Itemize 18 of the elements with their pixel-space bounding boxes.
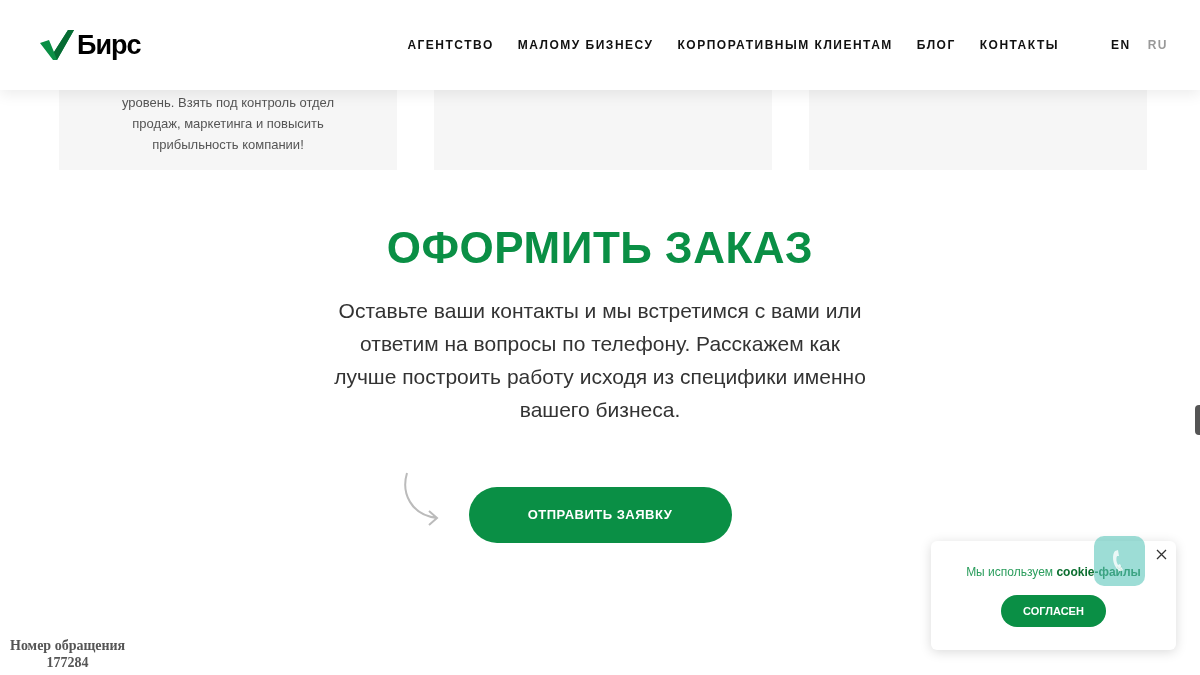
card-text: уровень. Взять под контроль отдел продаж, маркетинга и повысить прибыльность компании! xyxy=(121,94,335,154)
nav-link[interactable]: БЛОГ xyxy=(916,36,956,54)
close-icon[interactable] xyxy=(1156,549,1167,560)
accept-button[interactable]: СОГЛАСЕН xyxy=(1001,595,1106,627)
curved-arrow-icon xyxy=(402,471,439,527)
language-link[interactable]: EN xyxy=(1111,36,1131,54)
nav-link[interactable]: АГЕНТСТВО xyxy=(407,36,494,54)
scrollbar-thumb[interactable] xyxy=(1195,405,1200,435)
submit-request-button[interactable]: ОТПРАВИТЬ ЗАЯВКУ xyxy=(468,487,732,543)
nav-link[interactable]: МАЛОМУ БИЗНЕСУ xyxy=(517,36,654,54)
ticket-number: 177284 xyxy=(46,654,89,671)
logo-text[interactable]: Бирс xyxy=(77,24,141,66)
nav-link[interactable]: КОРПОРАТИВНЫМ КЛИЕНТАМ xyxy=(677,36,893,54)
nav-link[interactable]: КОНТАКТЫ xyxy=(979,36,1059,54)
order-description: Оставьте ваши контакты и мы встретимся с вами или ответим на вопросы по телефону. Расскажем как лучше построить работу исходя из специфики именно вашего бизнеса. xyxy=(333,298,867,423)
order-heading: ОФОРМИТЬ ЗАКАЗ xyxy=(386,222,814,274)
ticket-label: Номер обращения xyxy=(10,637,126,654)
checkmark-logo-icon xyxy=(40,30,74,60)
